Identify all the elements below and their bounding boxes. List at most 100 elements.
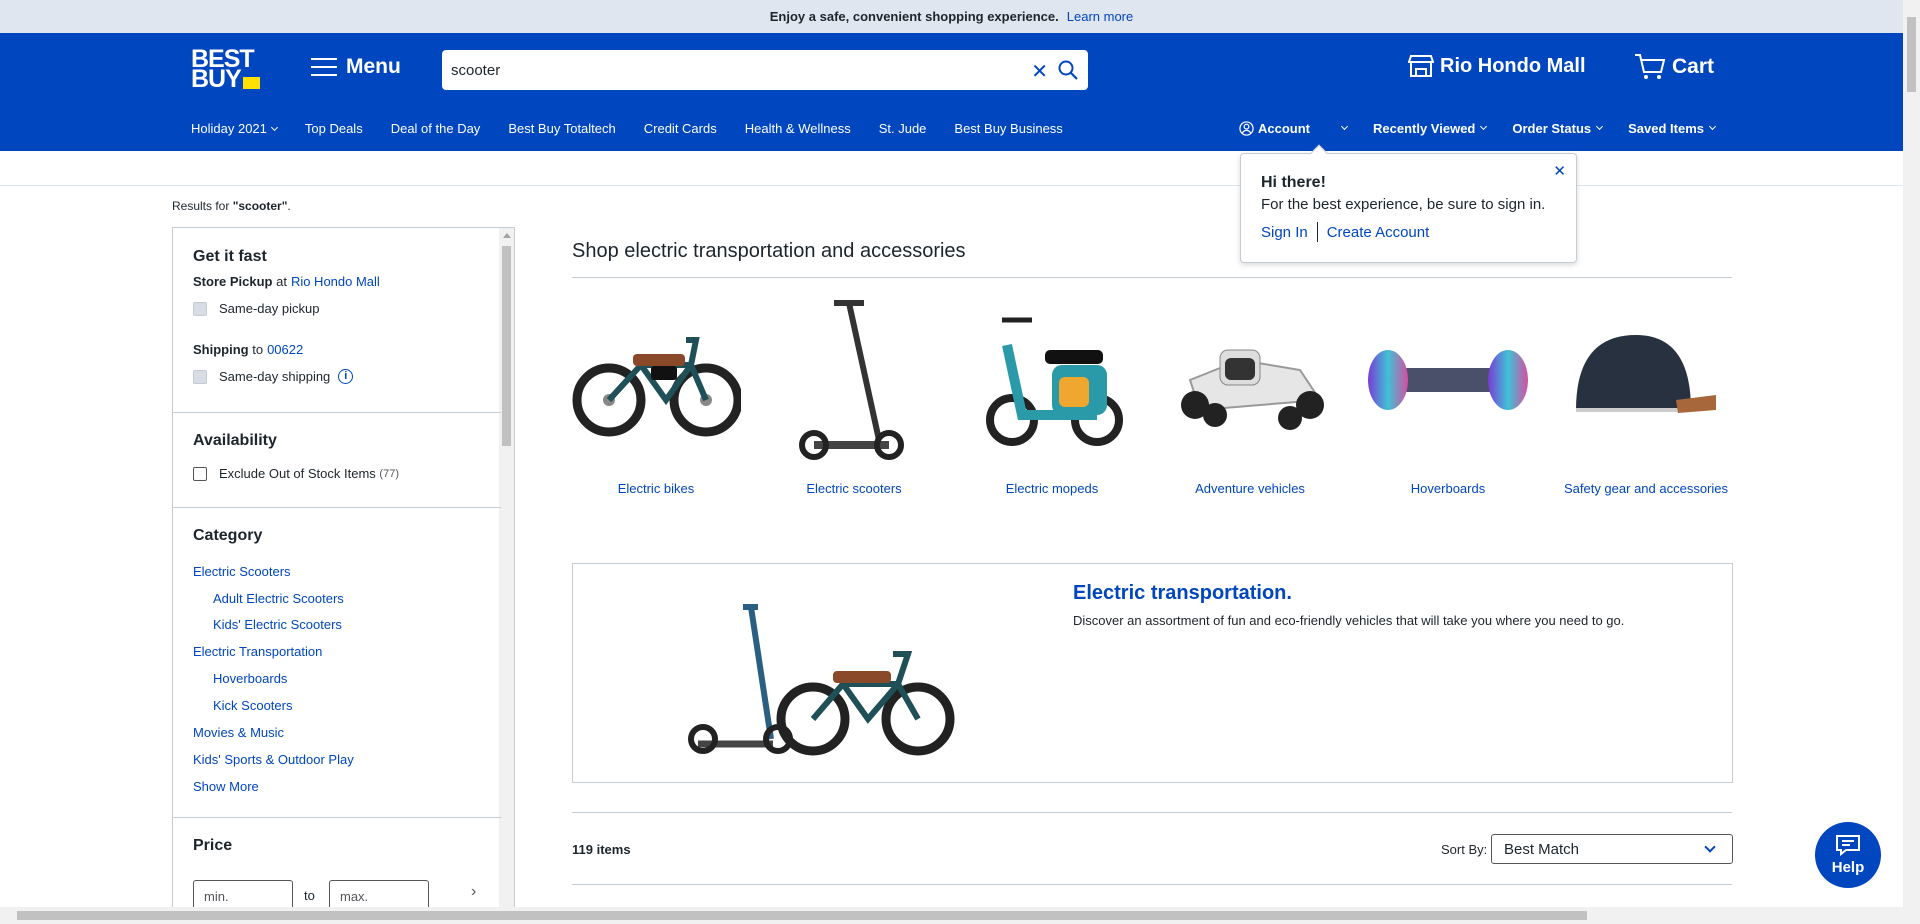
nav-st-jude[interactable]: St. Jude [879,121,927,136]
help-label: Help [1831,859,1865,876]
learn-more-link[interactable]: Learn more [1067,9,1133,24]
store-icon [1408,55,1434,77]
tile-safety-gear[interactable]: Safety gear and accessories [1561,292,1731,497]
section-divider [173,817,501,818]
nav-saved-items[interactable]: Saved Items [1628,121,1715,136]
nav-account-label: Account [1258,121,1310,136]
shop-electric-title: Shop electric transportation and accesso… [572,240,966,262]
site-header: BEST BUY Menu ✕ Rio Hondo Mall Cart Holi… [0,33,1903,151]
search-icon[interactable] [1056,58,1080,82]
cart-button[interactable]: Cart [1634,53,1714,81]
store-label: Rio Hondo Mall [1440,54,1586,77]
nav-totaltech[interactable]: Best Buy Totaltech [508,121,615,136]
account-nav: Account Recently Viewed Order Status Sav… [1239,121,1741,136]
nav-holiday[interactable]: Holiday 2021 [191,121,277,136]
category-kick-scooters[interactable]: Kick Scooters [213,698,292,713]
promo-bar: Enjoy a safe, convenient shopping experi… [0,0,1903,33]
link-separator [1316,222,1318,242]
title-divider [572,277,1732,278]
same-day-pickup-label: Same-day pickup [219,301,320,316]
exclude-out-of-stock-row[interactable]: Exclude Out of Stock Items (77) [193,466,483,481]
availability-section: Availability Exclude Out of Stock Items … [193,432,483,481]
cart-label: Cart [1672,55,1715,78]
sidebar-scroll-thumb[interactable] [502,246,511,446]
tile-safety-gear-label: Safety gear and accessories [1563,481,1729,496]
nav-account[interactable]: Account [1239,121,1347,136]
nav-order-status[interactable]: Order Status [1512,121,1602,136]
category-adult-electric-scooters[interactable]: Adult Electric Scooters [213,591,344,606]
clear-icon[interactable]: ✕ [1031,59,1048,84]
tile-electric-bikes-label: Electric bikes [617,481,695,496]
page-horizontal-scrollbar[interactable] [0,907,1903,924]
category-kids-sports[interactable]: Kids' Sports & Outdoor Play [193,752,354,767]
category-electric-transportation[interactable]: Electric Transportation [193,644,322,659]
tile-electric-bikes[interactable]: Electric bikes [571,292,741,497]
sign-in-link[interactable]: Sign In [1261,224,1308,241]
chevron-down-icon [1704,841,1716,853]
tile-hoverboards[interactable]: Hoverboards [1363,292,1533,497]
price-submit-chevron-icon[interactable]: › [471,883,476,901]
filter-sidebar: Get it fast Store Pickup at Rio Hondo Mal… [172,227,515,909]
best-buy-logo[interactable]: BEST BUY [191,47,261,93]
account-icon [1239,121,1254,136]
results-bottom-divider [572,884,1732,885]
category-title: Category [193,527,263,544]
price-max-input[interactable]: max. [329,880,429,908]
shipping-zip-link[interactable]: 00622 [267,342,303,357]
sort-by-value: Best Match [1504,841,1580,858]
banner-title[interactable]: Electric transportation. [1073,582,1292,605]
nav-health[interactable]: Health & Wellness [745,121,851,136]
section-divider [173,412,501,413]
scroll-up-icon[interactable] [503,233,511,238]
exclude-out-of-stock-checkbox[interactable] [193,466,207,481]
results-suffix: . [287,199,291,213]
category-movies-music[interactable]: Movies & Music [193,725,284,740]
nav-business[interactable]: Best Buy Business [954,121,1062,136]
pickup-store-link[interactable]: Rio Hondo Mall [291,274,380,289]
nav-credit-cards[interactable]: Credit Cards [644,121,717,136]
page-hscroll-thumb[interactable] [17,911,1587,920]
price-min-input[interactable]: min. [193,880,293,908]
popover-subtitle: For the best experience, be sure to sign… [1261,196,1546,213]
tile-electric-scooters[interactable]: Electric scooters [769,292,939,497]
menu-label: Menu [346,55,401,78]
help-button[interactable]: Help [1815,822,1881,888]
items-count: 119 items [572,842,631,857]
menu-button[interactable]: Menu [311,55,401,79]
page-scroll-thumb[interactable] [1907,17,1916,92]
nav-deal-of-day[interactable]: Deal of the Day [391,121,481,136]
close-icon[interactable]: ✕ [1553,162,1566,180]
same-day-shipping-checkbox[interactable] [193,369,207,384]
tile-electric-mopeds[interactable]: Electric mopeds [967,292,1137,497]
availability-title: Availability [193,432,277,449]
logo-tag-icon [243,77,260,89]
search-input[interactable] [451,61,1001,79]
tile-adventure-vehicles[interactable]: Adventure vehicles [1165,292,1335,497]
category-section: Category Electric Scooters Adult Electri… [193,527,483,807]
sidebar-scrollbar[interactable] [499,228,514,908]
category-hoverboards[interactable]: Hoverboards [213,671,287,686]
same-day-shipping-label: Same-day shipping [219,369,331,384]
sort-by-select[interactable]: Best Match [1491,834,1733,864]
category-electric-scooters[interactable]: Electric Scooters [193,564,291,579]
show-more-link[interactable]: Show More [193,779,259,794]
same-day-pickup-checkbox[interactable] [193,301,207,316]
shipping-label: Shipping [193,342,249,357]
nav-top-deals[interactable]: Top Deals [305,121,363,136]
nav-recently-viewed[interactable]: Recently Viewed [1373,121,1486,136]
tile-electric-mopeds-label: Electric mopeds [1005,481,1099,496]
popover-links: Sign In Create Account [1261,222,1429,242]
same-day-shipping-row[interactable]: Same-day shipping i [193,369,483,384]
pickup-at: at [276,274,287,289]
info-icon[interactable]: i [338,369,354,384]
chat-icon [1836,835,1860,857]
electric-transportation-banner[interactable]: Electric transportation. Discover an ass… [572,563,1733,783]
category-kids-electric-scooters[interactable]: Kids' Electric Scooters [213,617,342,632]
exclude-out-of-stock-label: Exclude Out of Stock Items [219,466,376,481]
store-locator[interactable]: Rio Hondo Mall [1408,53,1586,79]
create-account-link[interactable]: Create Account [1327,224,1430,241]
same-day-pickup-row[interactable]: Same-day pickup [193,301,483,316]
sign-in-popover: ✕ Hi there! For the best experience, be … [1240,144,1577,263]
promo-message: Enjoy a safe, convenient shopping experi… [769,9,1059,24]
page-vertical-scrollbar[interactable] [1903,0,1920,924]
